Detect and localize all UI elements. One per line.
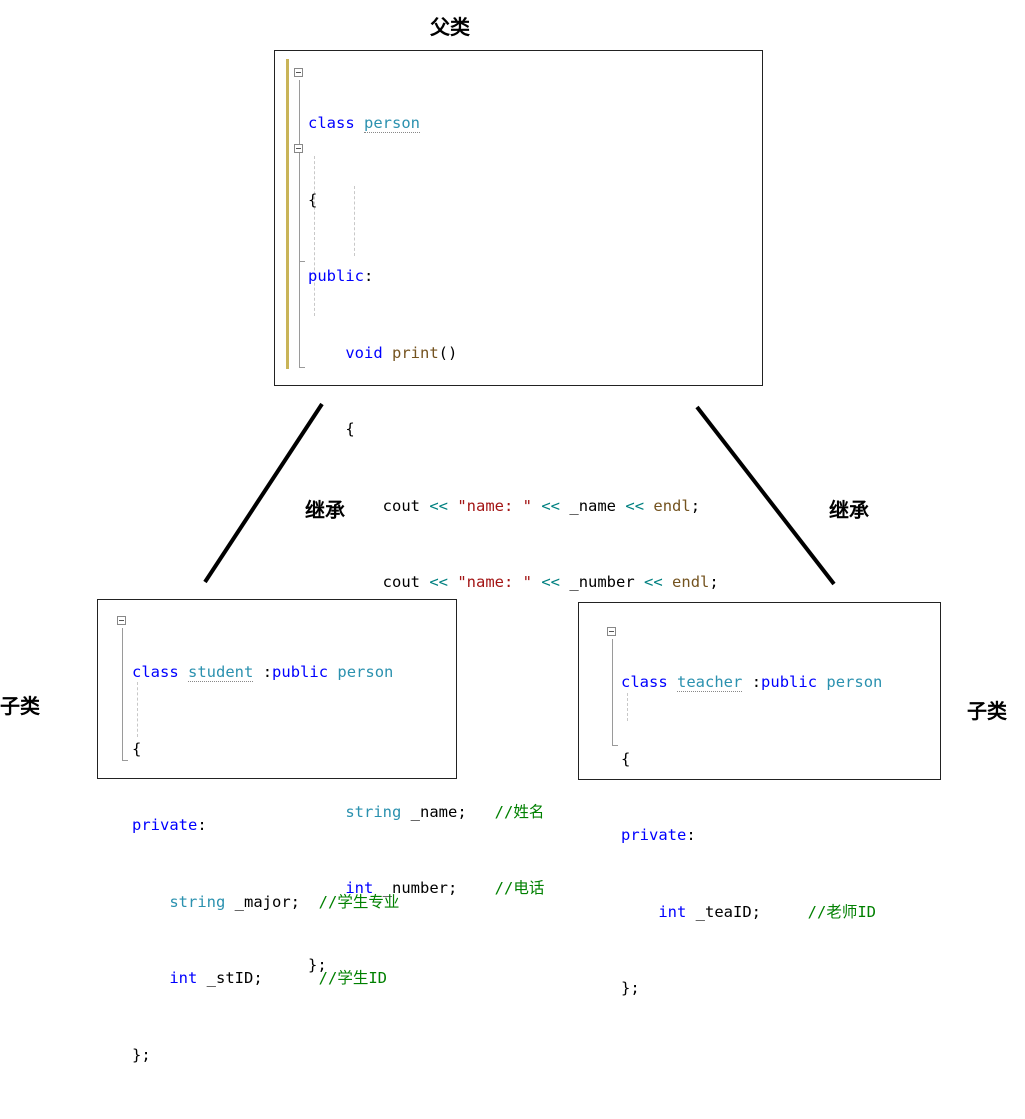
code-line: class teacher :public person (621, 673, 883, 692)
parent-class-label: 父类 (430, 15, 470, 39)
code-line: public: (308, 267, 374, 285)
outline-guide-end (612, 745, 618, 746)
code-line: private: (132, 816, 207, 834)
outline-guide (299, 156, 300, 261)
comment: //姓名 (494, 802, 545, 821)
code-line: }; (621, 979, 640, 997)
access-specifier: private (621, 826, 687, 844)
access-specifier: private (132, 816, 198, 834)
code-line: }; (132, 1045, 151, 1064)
base-class-name: person (826, 673, 883, 691)
collapse-toggle-icon[interactable] (294, 144, 303, 153)
base-class-name: person (337, 663, 394, 681)
outline-guide (122, 628, 123, 760)
change-indicator-bar (286, 59, 289, 369)
keyword: void (345, 343, 383, 362)
class-name: student (188, 663, 254, 682)
inherit-label-right: 继承 (829, 498, 869, 522)
code-line: cout << "name: " << _number << endl; (382, 573, 719, 591)
keyword: int (169, 969, 198, 987)
outline-guide-end (299, 261, 305, 262)
access-specifier: public (308, 267, 364, 285)
collapse-toggle-icon[interactable] (607, 627, 616, 636)
code-line: int _stID; //学生ID (169, 969, 387, 987)
code-line: void print() (345, 343, 458, 362)
code-line: { (621, 749, 631, 768)
child-class-label-right: 子类 (967, 699, 1007, 723)
outline-guide-end (122, 760, 128, 761)
code-line: { (132, 739, 142, 758)
function-name: print (392, 343, 439, 362)
code-line: { (308, 190, 318, 209)
outline-guide (612, 639, 613, 745)
student-code: class student :public person { private: … (132, 609, 399, 1119)
code-line: private: (621, 826, 696, 844)
outline-guide-end (299, 367, 305, 368)
type-name: string (169, 892, 226, 911)
comment: //老师ID (807, 902, 876, 921)
comment: //电话 (494, 879, 545, 897)
string-literal: "name: " (457, 573, 532, 591)
class-name: teacher (677, 673, 743, 692)
code-line: class student :public person (132, 663, 394, 682)
code-line: int _teaID; //老师ID (658, 902, 876, 921)
collapse-toggle-icon[interactable] (294, 68, 303, 77)
class-name: person (364, 114, 421, 133)
teacher-class-box: class teacher :public person { private: … (578, 602, 941, 997)
code-line: cout << "name: " << _name << endl; (382, 496, 701, 515)
comment: //学生专业 (318, 892, 400, 911)
comment: //学生ID (318, 969, 387, 987)
teacher-code: class teacher :public person { private: … (621, 619, 882, 1053)
connector-person-student (203, 402, 324, 584)
code-line: class person (308, 111, 719, 137)
keyword: int (658, 902, 687, 921)
person-class-box: class person { public: void print() { co… (274, 50, 763, 974)
collapse-toggle-icon[interactable] (117, 616, 126, 625)
child-class-label-left: 子类 (0, 694, 40, 718)
string-literal: "name: " (457, 496, 532, 515)
keyword: class (308, 114, 355, 132)
code-line: string _major; //学生专业 (169, 892, 400, 911)
student-class-box: class student :public person { private: … (97, 599, 457, 1064)
code-line: { (345, 420, 355, 438)
